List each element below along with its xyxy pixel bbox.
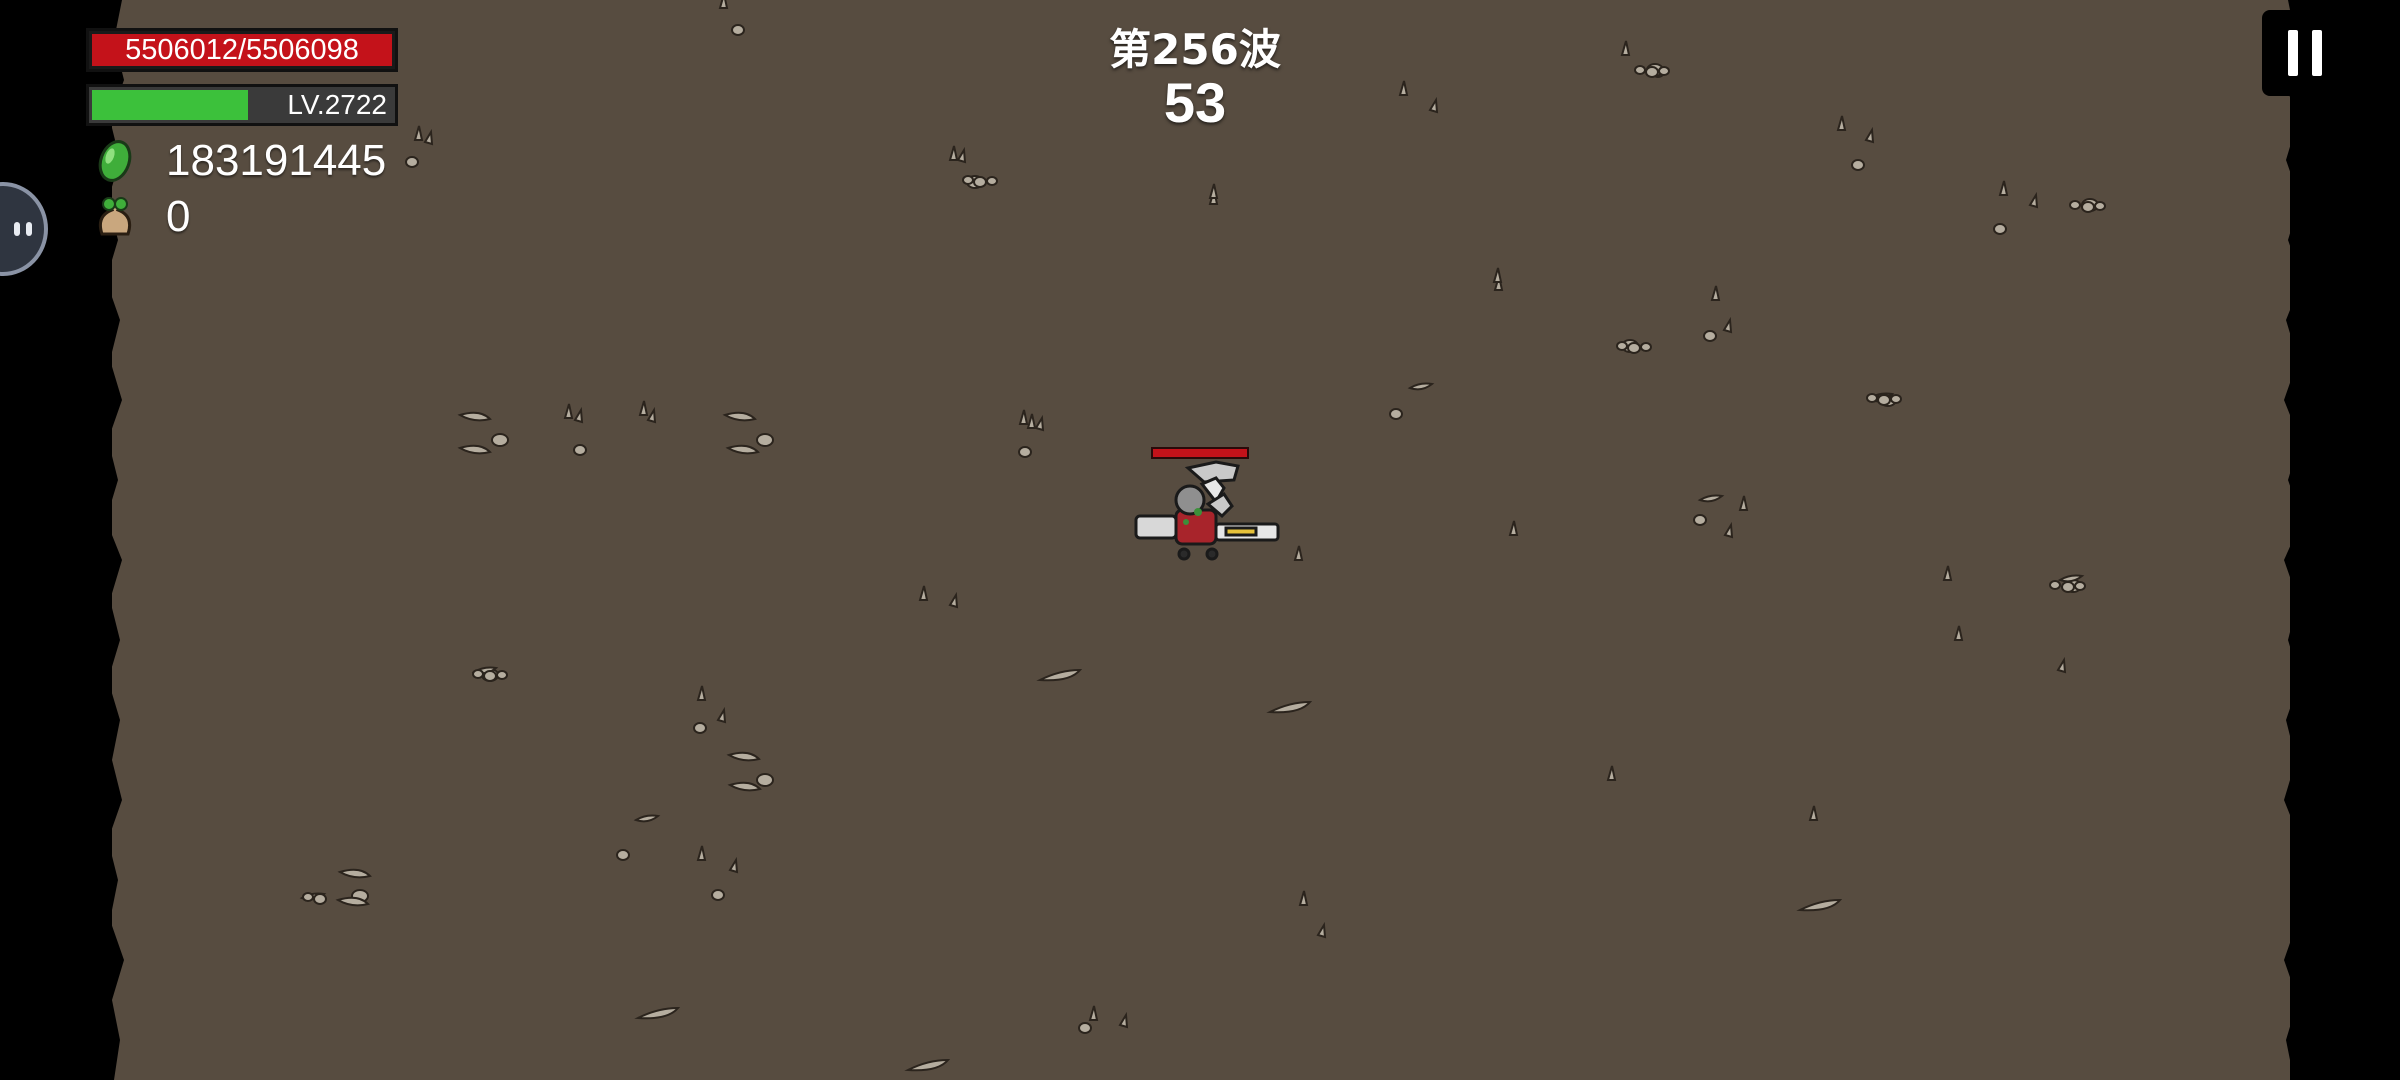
health-text: 5506012/5506098 bbox=[125, 33, 359, 66]
game-screen: 5506012/5506098 LV.2722 183191445 0 第256… bbox=[0, 0, 2400, 1080]
green-gem-icon bbox=[92, 138, 138, 184]
wave-title: 第256波 bbox=[1109, 25, 1281, 74]
gem-counter: 183191445 bbox=[92, 136, 386, 186]
wave-timer: 53 bbox=[1163, 71, 1227, 134]
pause-icon bbox=[2312, 30, 2322, 76]
health-bar: 5506012/5506098 bbox=[86, 28, 398, 72]
pause-button[interactable] bbox=[2262, 10, 2348, 96]
pause-icon bbox=[2288, 30, 2298, 76]
bag-count: 0 bbox=[166, 192, 191, 241]
player-hp-bar bbox=[1151, 447, 1249, 459]
player-character bbox=[1128, 444, 1288, 564]
bubble-eye-icon bbox=[14, 222, 20, 236]
gem-count: 183191445 bbox=[166, 136, 387, 185]
bag-counter: 0 bbox=[92, 192, 190, 242]
money-bag-icon bbox=[92, 194, 138, 240]
level-text: LV.2722 bbox=[287, 89, 387, 120]
bubble-eye-icon bbox=[26, 222, 32, 236]
experience-bar: LV.2722 bbox=[86, 84, 398, 126]
experience-bar-fill bbox=[92, 90, 248, 120]
